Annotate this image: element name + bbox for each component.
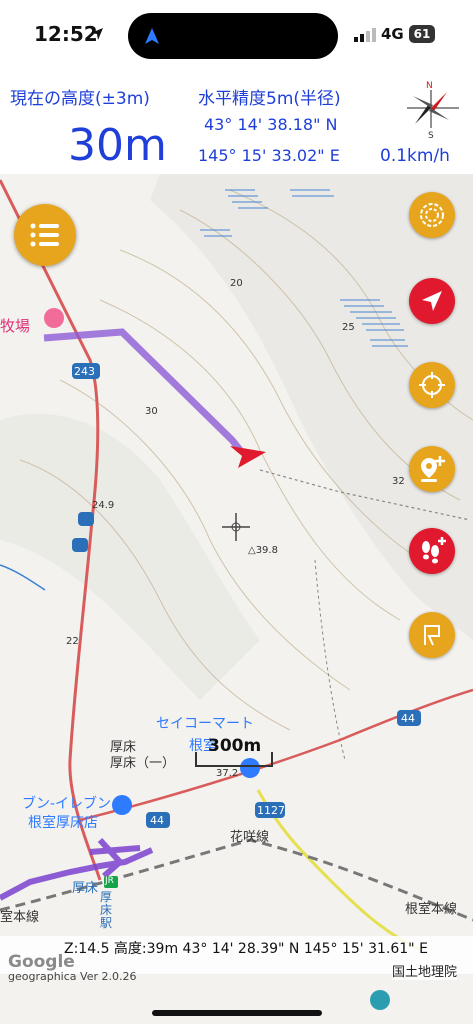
swirl-icon: [420, 203, 444, 227]
home-indicator[interactable]: [152, 1010, 322, 1016]
elevation-25: 25: [342, 322, 355, 333]
map-label-station-vertical: 厚床駅: [100, 890, 113, 930]
google-logo: Google: [8, 952, 75, 972]
elevation-32: 32: [392, 476, 405, 487]
network-type: 4G: [381, 25, 404, 43]
status-bar: 12:52 4G 61: [0, 0, 473, 70]
menu-button[interactable]: [14, 204, 76, 266]
crosshair-target-icon: [419, 372, 445, 398]
map-label-ranch: 牧場: [0, 317, 31, 335]
elevation-22: 22: [66, 636, 79, 647]
add-pin-button[interactable]: [409, 446, 455, 492]
topographic-map[interactable]: [0, 174, 473, 1024]
route-shield-243: 243: [74, 365, 95, 378]
dynamic-island[interactable]: [128, 13, 338, 59]
elevation-30: 30: [145, 406, 158, 417]
clock: 12:52: [34, 22, 98, 46]
navigation-arrow-icon: [422, 291, 442, 311]
map-label-seicomart: セイコーマート: [156, 716, 254, 732]
flag-button[interactable]: [409, 612, 455, 658]
map-label-nemuro-line-left: 室本線: [0, 910, 40, 925]
add-pin-icon: [421, 456, 445, 482]
footprints-icon: [422, 537, 446, 564]
map-attribution[interactable]: 国土地理院: [392, 961, 458, 980]
footprints-button[interactable]: [409, 528, 455, 574]
jr-station-icon: JR: [105, 876, 114, 886]
location-arrow-icon: [91, 28, 103, 40]
navigate-button[interactable]: [409, 278, 455, 324]
latitude-value: 43° 14' 38.18" N: [204, 115, 338, 134]
route-shield-44: 44: [401, 712, 415, 725]
cursor-coordinates: Z:14.5 高度:39m 43° 14' 28.39" N 145° 15' …: [64, 941, 428, 957]
location-arrow-icon: [145, 28, 159, 44]
app-version: geographica Ver 2.0.26: [8, 970, 137, 983]
flag-icon: [424, 625, 440, 646]
elevation-24: 24.9: [92, 500, 115, 511]
speed-value: 0.1km/h: [380, 146, 450, 166]
battery-icon: 61: [409, 25, 435, 43]
map-label-station: 厚床: [72, 881, 99, 896]
altitude-label: 現在の高度(±3m): [10, 89, 150, 109]
elevation-37: 37.2: [216, 768, 239, 779]
route-shield-44-lower: 44: [150, 814, 164, 827]
map-label-seven-eleven-sub: 根室厚床店: [28, 815, 98, 831]
map-label-seven-eleven: ブン-イレブン: [22, 796, 112, 812]
map-label-nemuro-line: 根室本線: [405, 902, 458, 917]
cellular-signal-icon: [354, 28, 376, 42]
compass-south-label: S: [428, 131, 434, 138]
layers-button[interactable]: [409, 192, 455, 238]
scale-bar-label: 300m: [208, 736, 262, 756]
altitude-value: 30m: [68, 120, 167, 171]
elevation-39: △39.8: [248, 545, 278, 556]
elevation-20: 20: [230, 278, 243, 289]
map-label-atsutoko-sub: 厚床（一）: [110, 756, 176, 771]
accuracy-label: 水平精度5m(半径): [198, 89, 341, 109]
compass-north-label: N: [426, 81, 433, 91]
menu-icon: [30, 223, 59, 247]
longitude-value: 145° 15' 33.02" E: [198, 146, 340, 165]
compass-icon[interactable]: N S: [403, 78, 463, 138]
locate-button[interactable]: [409, 362, 455, 408]
map-label-kasaku-line: 花咲線: [230, 830, 270, 845]
route-shield-1127: 1127: [257, 804, 285, 817]
